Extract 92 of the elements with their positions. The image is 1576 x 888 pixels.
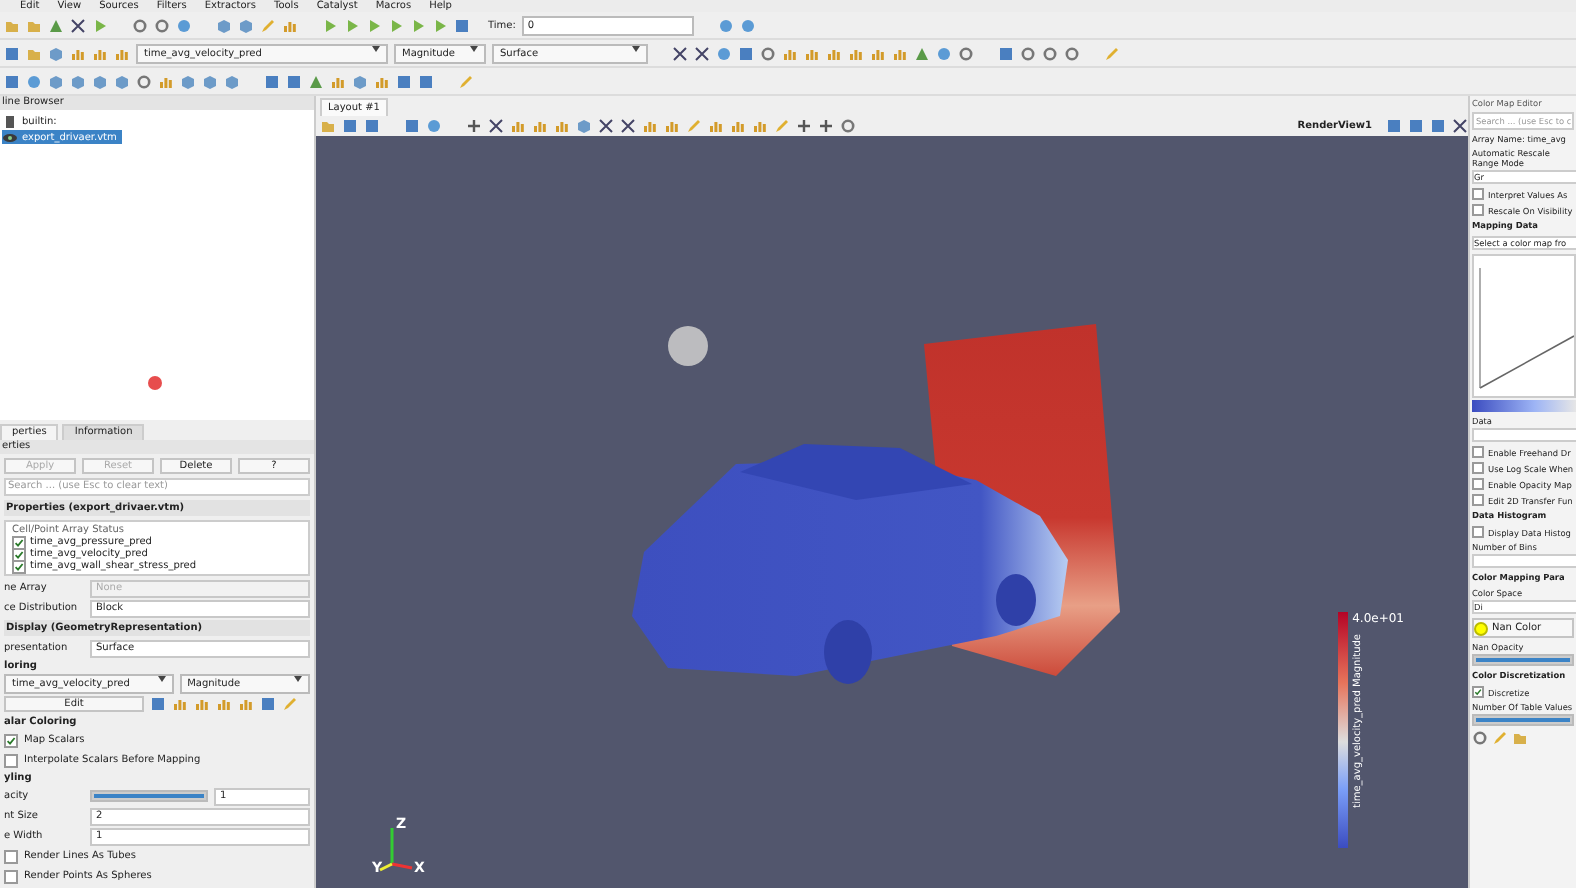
slider[interactable]: [1472, 714, 1574, 726]
chart-icon[interactable]: [804, 45, 820, 61]
chart-icon[interactable]: [510, 118, 526, 134]
square-icon[interactable]: [418, 73, 434, 89]
chart-icon[interactable]: [216, 696, 232, 712]
caret-icon: [157, 676, 166, 682]
square-icon[interactable]: [1386, 118, 1402, 134]
chart-icon[interactable]: [172, 696, 188, 712]
input-field[interactable]: [1472, 428, 1576, 442]
folder-icon[interactable]: [1512, 730, 1528, 746]
square-icon[interactable]: [342, 118, 358, 134]
color-swatch-icon: [1474, 621, 1488, 635]
checkbox[interactable]: [1472, 204, 1484, 216]
slider[interactable]: [90, 790, 208, 802]
pencil-icon[interactable]: [458, 73, 474, 89]
square-icon[interactable]: [396, 73, 412, 89]
eye-icon[interactable]: [2, 129, 18, 145]
triangle-icon[interactable]: [914, 45, 930, 61]
spin-field[interactable]: [1472, 554, 1576, 568]
color-gradient-bar[interactable]: [1472, 400, 1576, 412]
square-icon[interactable]: [998, 45, 1014, 61]
caret-icon: [372, 45, 380, 51]
chart-icon[interactable]: [826, 45, 842, 61]
pencil-icon[interactable]: [260, 17, 276, 33]
circle-icon[interactable]: [739, 17, 756, 33]
checkbox[interactable]: [1472, 526, 1484, 538]
square-icon[interactable]: [738, 45, 754, 61]
chart-icon[interactable]: [642, 118, 658, 134]
plus-icon[interactable]: [818, 118, 834, 134]
chart-icon[interactable]: [92, 45, 108, 61]
play-icon[interactable]: [92, 17, 108, 33]
circle-icon[interactable]: [26, 73, 42, 89]
chart-icon[interactable]: [848, 45, 864, 61]
square-icon[interactable]: [286, 73, 302, 89]
chart-icon[interactable]: [664, 118, 680, 134]
chart-icon[interactable]: [158, 73, 174, 89]
axes-triad-drawing: [379, 828, 413, 872]
chart-icon[interactable]: [194, 696, 210, 712]
checkbox[interactable]: [1472, 494, 1484, 506]
chart-icon[interactable]: [730, 118, 746, 134]
pencil-icon[interactable]: [1104, 45, 1120, 61]
chart-icon[interactable]: [238, 696, 254, 712]
chart-icon[interactable]: [892, 45, 908, 61]
opacity-line: [1479, 267, 1574, 389]
transfer-function-editor[interactable]: [1472, 254, 1576, 398]
circle-icon[interactable]: [717, 17, 734, 33]
chart-icon[interactable]: [532, 118, 548, 134]
chart-icon[interactable]: [282, 17, 298, 33]
square-icon[interactable]: [364, 118, 380, 134]
square-icon[interactable]: [4, 73, 20, 89]
caret-icon: [632, 45, 640, 51]
checkbox[interactable]: [12, 535, 26, 549]
pencil-icon[interactable]: [1492, 730, 1508, 746]
square-icon[interactable]: [404, 118, 420, 134]
circle-icon[interactable]: [426, 118, 442, 134]
plus-icon[interactable]: [466, 118, 482, 134]
checkbox[interactable]: [4, 733, 18, 747]
triangle-icon[interactable]: [308, 73, 324, 89]
square-icon[interactable]: [1430, 118, 1446, 134]
chart-icon[interactable]: [554, 118, 570, 134]
chart-icon[interactable]: [70, 45, 86, 61]
caret-icon: [294, 676, 302, 682]
chart-icon[interactable]: [114, 45, 130, 61]
triangle-icon[interactable]: [48, 17, 64, 33]
checkbox[interactable]: [1472, 478, 1484, 490]
slider[interactable]: [1472, 654, 1574, 666]
square-icon[interactable]: [260, 696, 276, 712]
chart-icon[interactable]: [330, 73, 346, 89]
checkbox[interactable]: [4, 753, 18, 767]
click-marker: [148, 376, 162, 390]
chart-icon[interactable]: [782, 45, 798, 61]
square-icon[interactable]: [264, 73, 280, 89]
chart-icon[interactable]: [752, 118, 768, 134]
circle-icon[interactable]: [716, 45, 732, 61]
chart-icon[interactable]: [870, 45, 886, 61]
checkbox[interactable]: [1472, 446, 1484, 458]
plus-icon[interactable]: [796, 118, 812, 134]
checkbox[interactable]: [1472, 188, 1484, 200]
square-icon[interactable]: [1408, 118, 1424, 134]
caret-icon: [470, 45, 478, 51]
checkbox[interactable]: [4, 869, 18, 883]
checkbox[interactable]: [1472, 462, 1484, 474]
circle-icon[interactable]: [936, 45, 952, 61]
square-icon[interactable]: [454, 17, 470, 33]
square-icon[interactable]: [4, 45, 20, 61]
cursor-highlight: [668, 326, 708, 366]
checkbox[interactable]: [4, 849, 18, 863]
circle-icon[interactable]: [176, 17, 192, 33]
chart-icon[interactable]: [374, 73, 390, 89]
square-icon[interactable]: [150, 696, 166, 712]
chart-icon[interactable]: [708, 118, 724, 134]
checkbox[interactable]: [1472, 686, 1484, 698]
